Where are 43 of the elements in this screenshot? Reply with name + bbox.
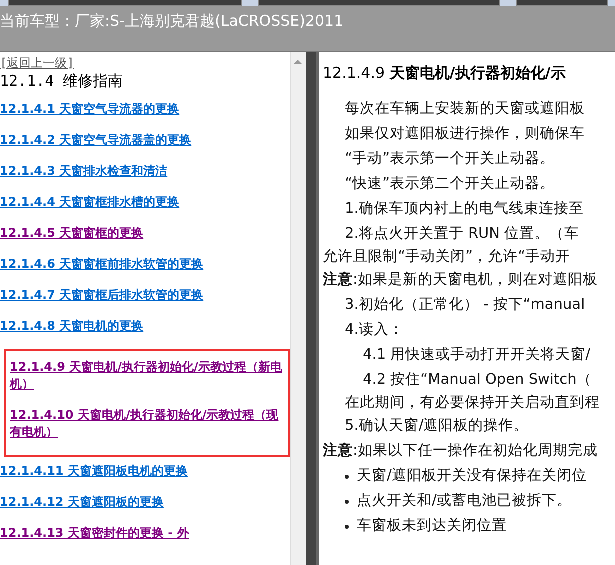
section-link[interactable]: 12.1.4.1 天窗空气导流器的更换 [0,101,290,118]
paragraph-text: 4.2 按住“Manual Open Switch（ [362,371,593,390]
section-link[interactable]: 12.1.4.12 天窗遮阳板的更换 [0,494,290,511]
section-link[interactable]: 12.1.4.8 天窗电机的更换 [0,318,290,335]
note-text: 注意:如果以下任一操作在初始化周期完成 [323,442,599,461]
bullet-icon [345,500,349,504]
section-link[interactable]: 12.1.4.11 天窗遮阳板电机的更换 [0,463,290,480]
paragraph-text: “手动”表示第一个开关止动器。 [344,150,556,169]
section-heading: 12.1.4 维修指南 [0,72,124,91]
paragraph-text: 3.初始化（正常化） - 按下“manual [344,296,586,315]
scroll-up-icon[interactable] [294,60,302,64]
section-link[interactable]: 12.1.4.2 天窗空气导流器盖的更换 [0,132,290,149]
paragraph-text: 每次在车辆上安装新的天窗或遮阳板 [344,100,586,119]
paragraph-text: 4.1 用快速或手动打开开关将天窗/ [362,346,592,365]
paragraph-text: 2.将点火开关置于 RUN 位置。（车 [344,225,581,244]
section-link[interactable]: 12.1.4.5 天窗窗框的更换 [0,225,290,242]
back-link[interactable]: [返回上一级] [0,55,74,72]
section-link[interactable]: 12.1.4.10 天窗电机/执行器初始化/示教过程（现有电机） [10,407,286,441]
toolbar-button[interactable] [8,0,242,6]
section-link[interactable]: 12.1.4.9 天窗电机/执行器初始化/示教过程（新电机） [10,359,286,393]
toolbar-button[interactable] [516,0,608,6]
paragraph-text: 1.确保车顶内衬上的电气线束连接至 [344,200,585,219]
paragraph-text: 允许且限制“手动关闭”，允许“手动开 [323,248,572,267]
bullet-text: 天窗/遮阳板开关没有保持在关闭位 [357,466,587,486]
article-title: 12.1.4.9 天窗电机/执行器初始化/示 [323,64,567,83]
vehicle-model-label: 当前车型：厂家:S-上海别克君越(LaCROSSE)2011 [0,12,344,31]
section-link[interactable]: 12.1.4.3 天窗排水检查和清洁 [0,163,290,180]
bullet-text: 车窗板未到达关闭位置 [357,516,507,536]
bullet-icon [345,474,349,478]
section-link[interactable]: 12.1.4.13 天窗密封件的更换 - 外 [0,525,290,542]
paragraph-text: 如果仅对遮阳板进行操作，则确保车 [344,124,586,144]
note-text: 注意:如果是新的天窗电机，则在对遮阳板 [323,270,599,290]
bullet-icon [345,524,349,528]
section-link[interactable]: 12.1.4.4 天窗窗框排水槽的更换 [0,194,290,211]
paragraph-text: 4.读入： [344,321,405,340]
paragraph-text: “快速”表示第二个开关止动器。 [344,175,556,194]
scrollbar[interactable] [290,52,306,565]
bullet-text: 点火开关和/或蓄电池已被拆下。 [357,492,572,511]
paragraph-text: 5.确认天窗/遮阳板的操作。 [344,416,530,436]
toolbar-button[interactable] [258,0,500,6]
section-link[interactable]: 12.1.4.6 天窗窗框前排水软管的更换 [0,256,290,273]
section-link[interactable]: 12.1.4.7 天窗窗框后排水软管的更换 [0,287,290,304]
paragraph-text: 在此期间，有必要保持开关启动直到程 [344,394,601,413]
